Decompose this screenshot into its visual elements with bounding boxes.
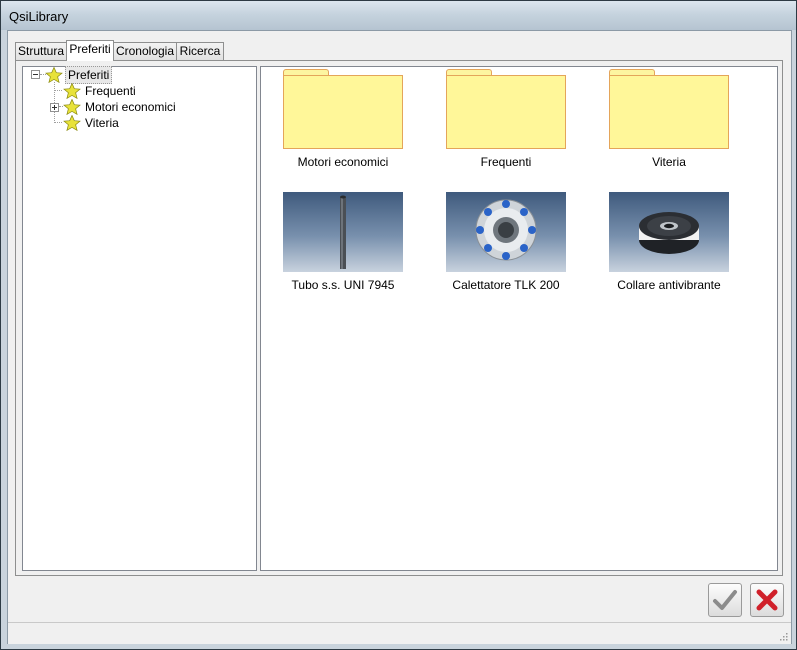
folder-icon: [609, 69, 729, 149]
tree-label: Motori economici: [85, 100, 176, 114]
status-bar: [8, 622, 791, 644]
resize-grip-icon[interactable]: [778, 631, 788, 641]
star-icon: [45, 67, 63, 83]
tab-ricerca[interactable]: Ricerca: [176, 42, 224, 60]
tree-node-motori-economici[interactable]: Motori economici: [50, 99, 240, 115]
tree-label: Preferiti: [65, 66, 113, 84]
tab-panel-preferiti: Preferiti Frequenti Motori economici Vit…: [15, 60, 783, 576]
tab-label: Cronologia: [115, 44, 175, 58]
cancel-button[interactable]: [750, 583, 784, 617]
star-icon: [63, 83, 81, 99]
item-label: Calettatore TLK 200: [452, 278, 560, 292]
tree-label: Frequenti: [85, 84, 136, 98]
title-bar[interactable]: QsiLibrary: [1, 1, 796, 30]
item-label: Motori economici: [297, 155, 389, 169]
items-view[interactable]: Motori economici Frequenti Viteria Tubo …: [260, 66, 778, 571]
collapse-toggle[interactable]: [31, 70, 40, 79]
item-label: Tubo s.s. UNI 7945: [291, 278, 395, 292]
folder-item-frequenti[interactable]: Frequenti: [431, 67, 581, 183]
tree-node-preferiti[interactable]: Preferiti: [31, 66, 231, 84]
folder-item-viteria[interactable]: Viteria: [594, 67, 744, 183]
expand-toggle[interactable]: [50, 103, 59, 112]
tube-thumbnail: [283, 192, 403, 272]
item-label: Collare antivibrante: [617, 278, 721, 292]
star-icon: [63, 115, 81, 131]
folder-icon: [446, 69, 566, 149]
shaft-locking-device-thumbnail: [446, 192, 566, 272]
item-label: Viteria: [652, 155, 686, 169]
tab-label: Ricerca: [179, 44, 221, 58]
confirm-button[interactable]: [708, 583, 742, 617]
tab-label: Preferiti: [69, 42, 111, 56]
app-window: QsiLibrary Struttura Preferiti Cronologi…: [0, 0, 797, 650]
part-item-collare[interactable]: Collare antivibrante: [594, 190, 744, 306]
favorites-tree[interactable]: Preferiti Frequenti Motori economici Vit…: [22, 66, 257, 571]
tree-node-frequenti[interactable]: Frequenti: [63, 83, 243, 99]
tree-connector: [54, 90, 62, 91]
tab-preferiti[interactable]: Preferiti: [66, 40, 114, 61]
window-title: QsiLibrary: [9, 9, 69, 24]
main-frame: Struttura Preferiti Cronologia Ricerca P…: [7, 30, 792, 644]
star-icon: [63, 99, 81, 115]
folder-icon: [283, 69, 403, 149]
tree-node-viteria[interactable]: Viteria: [63, 115, 243, 131]
tree-label: Viteria: [85, 116, 119, 130]
folder-item-motori-economici[interactable]: Motori economici: [268, 67, 418, 183]
item-label: Frequenti: [480, 155, 532, 169]
checkmark-icon: [713, 590, 737, 610]
tab-label: Struttura: [17, 44, 65, 58]
part-item-tubo[interactable]: Tubo s.s. UNI 7945: [268, 190, 418, 306]
tab-cronologia[interactable]: Cronologia: [113, 42, 177, 60]
tree-connector: [54, 122, 62, 123]
red-x-icon: [756, 589, 778, 611]
part-item-calettatore[interactable]: Calettatore TLK 200: [431, 190, 581, 306]
tab-struttura[interactable]: Struttura: [15, 42, 67, 60]
vibration-collar-thumbnail: [609, 192, 729, 272]
